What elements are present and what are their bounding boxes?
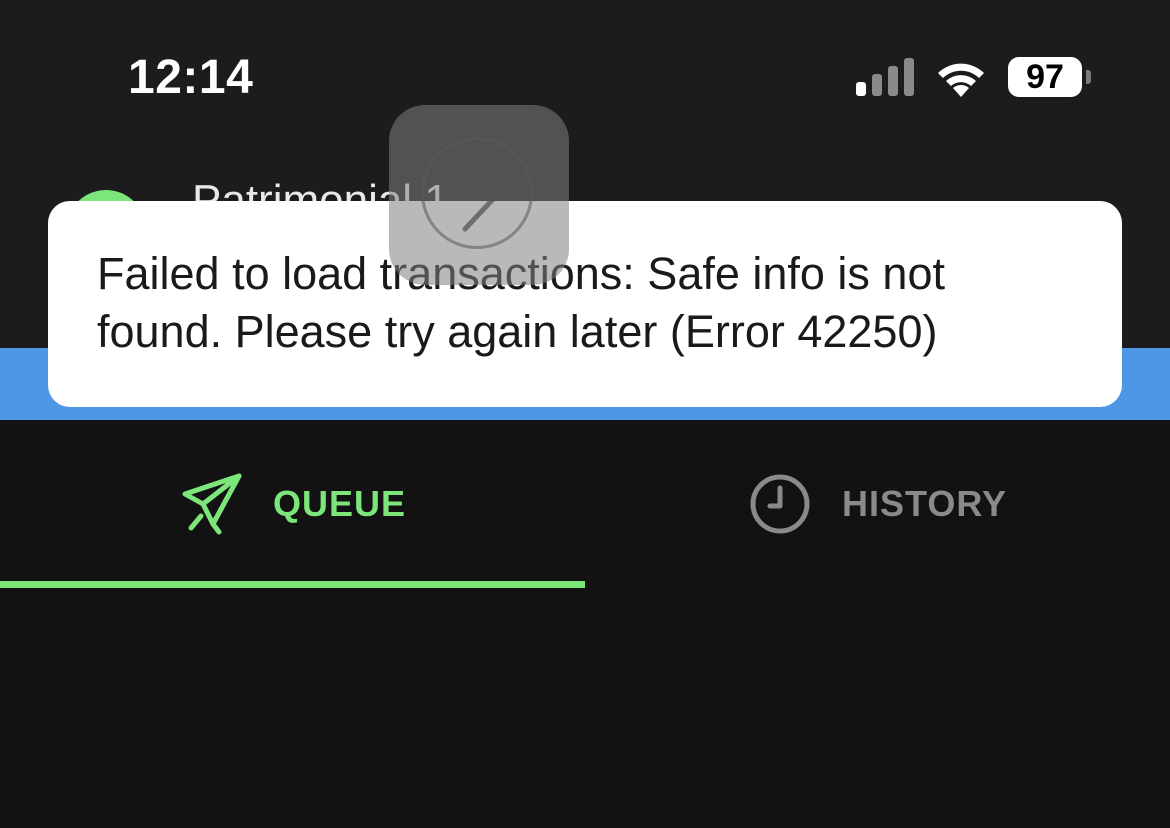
status-time: 12:14 <box>128 51 254 104</box>
toast-message: Failed to load transactions: Safe info i… <box>97 248 945 357</box>
transaction-tabs: QUEUE HISTORY <box>0 420 1170 590</box>
cellular-signal-icon <box>856 58 914 96</box>
error-toast[interactable]: Failed to load transactions: Safe info i… <box>48 201 1122 407</box>
transactions-screen: 12:14 97 Patrimonial 1 Failed to load tr… <box>0 0 1170 828</box>
tab-history-label: HISTORY <box>841 483 1008 524</box>
active-tab-indicator <box>0 581 585 588</box>
clock-icon <box>750 474 810 534</box>
battery-level: 97 <box>1008 57 1082 97</box>
rocket-icon <box>182 473 242 535</box>
tab-queue-label: QUEUE <box>272 483 407 524</box>
battery-tip <box>1086 70 1091 84</box>
wifi-icon <box>938 63 984 97</box>
transaction-list <box>0 590 1170 828</box>
tab-queue[interactable]: QUEUE <box>0 420 585 588</box>
chevron-right-icon <box>462 162 498 232</box>
assistive-touch-button[interactable] <box>389 105 569 285</box>
tab-history[interactable]: HISTORY <box>585 420 1170 588</box>
battery-indicator: 97 <box>1008 57 1092 97</box>
